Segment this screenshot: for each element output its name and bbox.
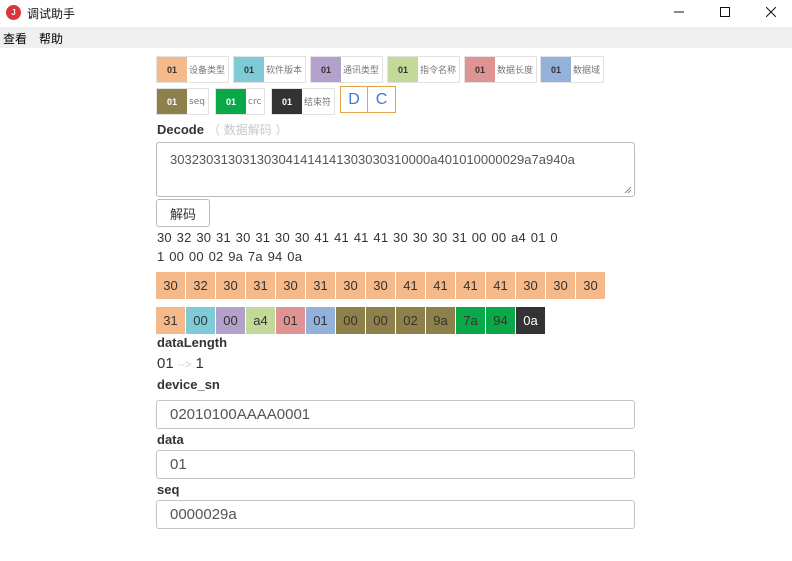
byte-cell: 30 <box>576 272 606 299</box>
byte-cell: 7a <box>456 307 486 334</box>
legend-swatch: 01 <box>541 57 571 82</box>
window-title: 调试助手 <box>27 7 76 21</box>
legend-swatch: 01 <box>311 57 341 82</box>
legend-swatch: 01 <box>234 57 264 82</box>
legend-comm-type: 01 通讯类型 <box>310 56 384 83</box>
seq-input[interactable]: 0000029a <box>156 500 635 529</box>
byte-cells-row-2: 31 00 00 a4 01 01 00 00 02 9a 7a 94 0a <box>156 307 546 334</box>
byte-cell: 30 <box>336 272 366 299</box>
hex-input-textarea[interactable]: 303230313031303041414141303030310000a401… <box>156 142 635 197</box>
legend-end-marker: 01 结束符 <box>271 88 336 115</box>
data-length-value: 01 --> 1 <box>157 355 204 372</box>
byte-cell: 30 <box>516 272 546 299</box>
legend-swatch: 01 <box>465 57 495 82</box>
byte-cell: 00 <box>366 307 396 334</box>
legend-swatch: 01 <box>157 89 187 114</box>
hex-input-value: 303230313031303041414141303030310000a401… <box>170 152 575 167</box>
close-icon <box>766 7 776 17</box>
byte-cell: 41 <box>426 272 456 299</box>
byte-cell: 01 <box>276 307 306 334</box>
d-button[interactable]: D <box>340 86 368 113</box>
legend-label: 通讯类型 <box>343 66 380 76</box>
legend-label: 数据长度 <box>497 66 534 76</box>
decode-button[interactable]: 解码 <box>156 199 210 227</box>
decode-subtitle: （ 数据解码 ） <box>207 123 288 137</box>
minimize-button[interactable] <box>656 0 702 24</box>
data-input[interactable]: 01 <box>156 450 635 479</box>
data-length-raw: 01 <box>157 355 174 372</box>
byte-cell: 00 <box>336 307 366 334</box>
data-length-decoded: 1 <box>195 355 204 372</box>
decode-title: Decode <box>157 122 204 137</box>
byte-cell: 02 <box>396 307 426 334</box>
legend-swatch: 01 <box>216 89 246 114</box>
byte-cell: 30 <box>276 272 306 299</box>
arrow-icon: --> <box>177 359 192 371</box>
close-button[interactable] <box>748 0 792 24</box>
maximize-icon <box>720 7 730 17</box>
byte-cell: 41 <box>456 272 486 299</box>
legend-command-name: 01 指令名称 <box>387 56 461 83</box>
legend-data-length: 01 数据长度 <box>464 56 538 83</box>
legend-label: 设备类型 <box>189 66 226 76</box>
byte-cell: 30 <box>546 272 576 299</box>
byte-cell: 94 <box>486 307 516 334</box>
legend-label: 数据域 <box>573 66 601 76</box>
seq-value: 0000029a <box>170 506 237 523</box>
menu-item-help[interactable]: 帮助 <box>39 30 63 47</box>
device-sn-input[interactable]: 02010100AAAA0001 <box>156 400 635 429</box>
byte-cell: 31 <box>156 307 186 334</box>
byte-cell: 0a <box>516 307 546 334</box>
seq-label: seq <box>157 482 180 497</box>
legend-label: 指令名称 <box>420 66 457 76</box>
legend-software-version: 01 软件版本 <box>233 56 307 83</box>
byte-cell: 00 <box>216 307 246 334</box>
legend-label: seq <box>189 96 205 107</box>
legend-swatch: 01 <box>157 57 187 82</box>
byte-cell: a4 <box>246 307 276 334</box>
byte-cell: 41 <box>486 272 516 299</box>
menu-bar: 查看 帮助 <box>0 27 792 48</box>
c-button[interactable]: C <box>368 86 396 113</box>
legend-device-type: 01 设备类型 <box>156 56 230 83</box>
bytes-text-line-2: 1 00 00 02 9a 7a 94 0a <box>157 249 303 264</box>
bytes-text-line-1: 30 32 30 31 30 31 30 30 41 41 41 41 30 3… <box>157 230 558 245</box>
data-label: data <box>157 432 184 447</box>
legend-label: 软件版本 <box>266 66 303 76</box>
decode-heading: Decode （ 数据解码 ） <box>157 121 288 138</box>
byte-cell: 9a <box>426 307 456 334</box>
legend-data-field: 01 数据域 <box>540 56 605 83</box>
resize-grip-icon[interactable] <box>624 186 632 194</box>
device-sn-label: device_sn <box>157 377 220 392</box>
data-length-label: dataLength <box>157 335 228 350</box>
app-icon: J <box>6 5 21 20</box>
byte-cell: 30 <box>366 272 396 299</box>
legend-seq: 01 seq <box>156 88 209 115</box>
maximize-button[interactable] <box>702 0 748 24</box>
byte-cell: 31 <box>306 272 336 299</box>
legend-label: 结束符 <box>304 98 332 108</box>
device-sn-value: 02010100AAAA0001 <box>170 406 311 423</box>
menu-item-view[interactable]: 查看 <box>3 30 27 47</box>
legend-crc: 01 crc <box>215 88 266 115</box>
data-value: 01 <box>170 456 187 473</box>
dc-button-group: D C <box>340 86 396 113</box>
byte-cell: 41 <box>396 272 426 299</box>
legend-swatch: 01 <box>272 89 302 114</box>
byte-cell: 31 <box>246 272 276 299</box>
byte-cell: 00 <box>186 307 216 334</box>
minimize-icon <box>674 11 684 13</box>
byte-cells-row-1: 30 32 30 31 30 31 30 30 41 41 41 41 30 30 30 <box>156 272 606 299</box>
legend-swatch: 01 <box>388 57 418 82</box>
title-bar: J 调试助手 <box>0 0 792 26</box>
byte-cell: 30 <box>156 272 186 299</box>
byte-cell: 32 <box>186 272 216 299</box>
legend-label: crc <box>248 96 262 107</box>
byte-cell: 01 <box>306 307 336 334</box>
byte-cell: 30 <box>216 272 246 299</box>
